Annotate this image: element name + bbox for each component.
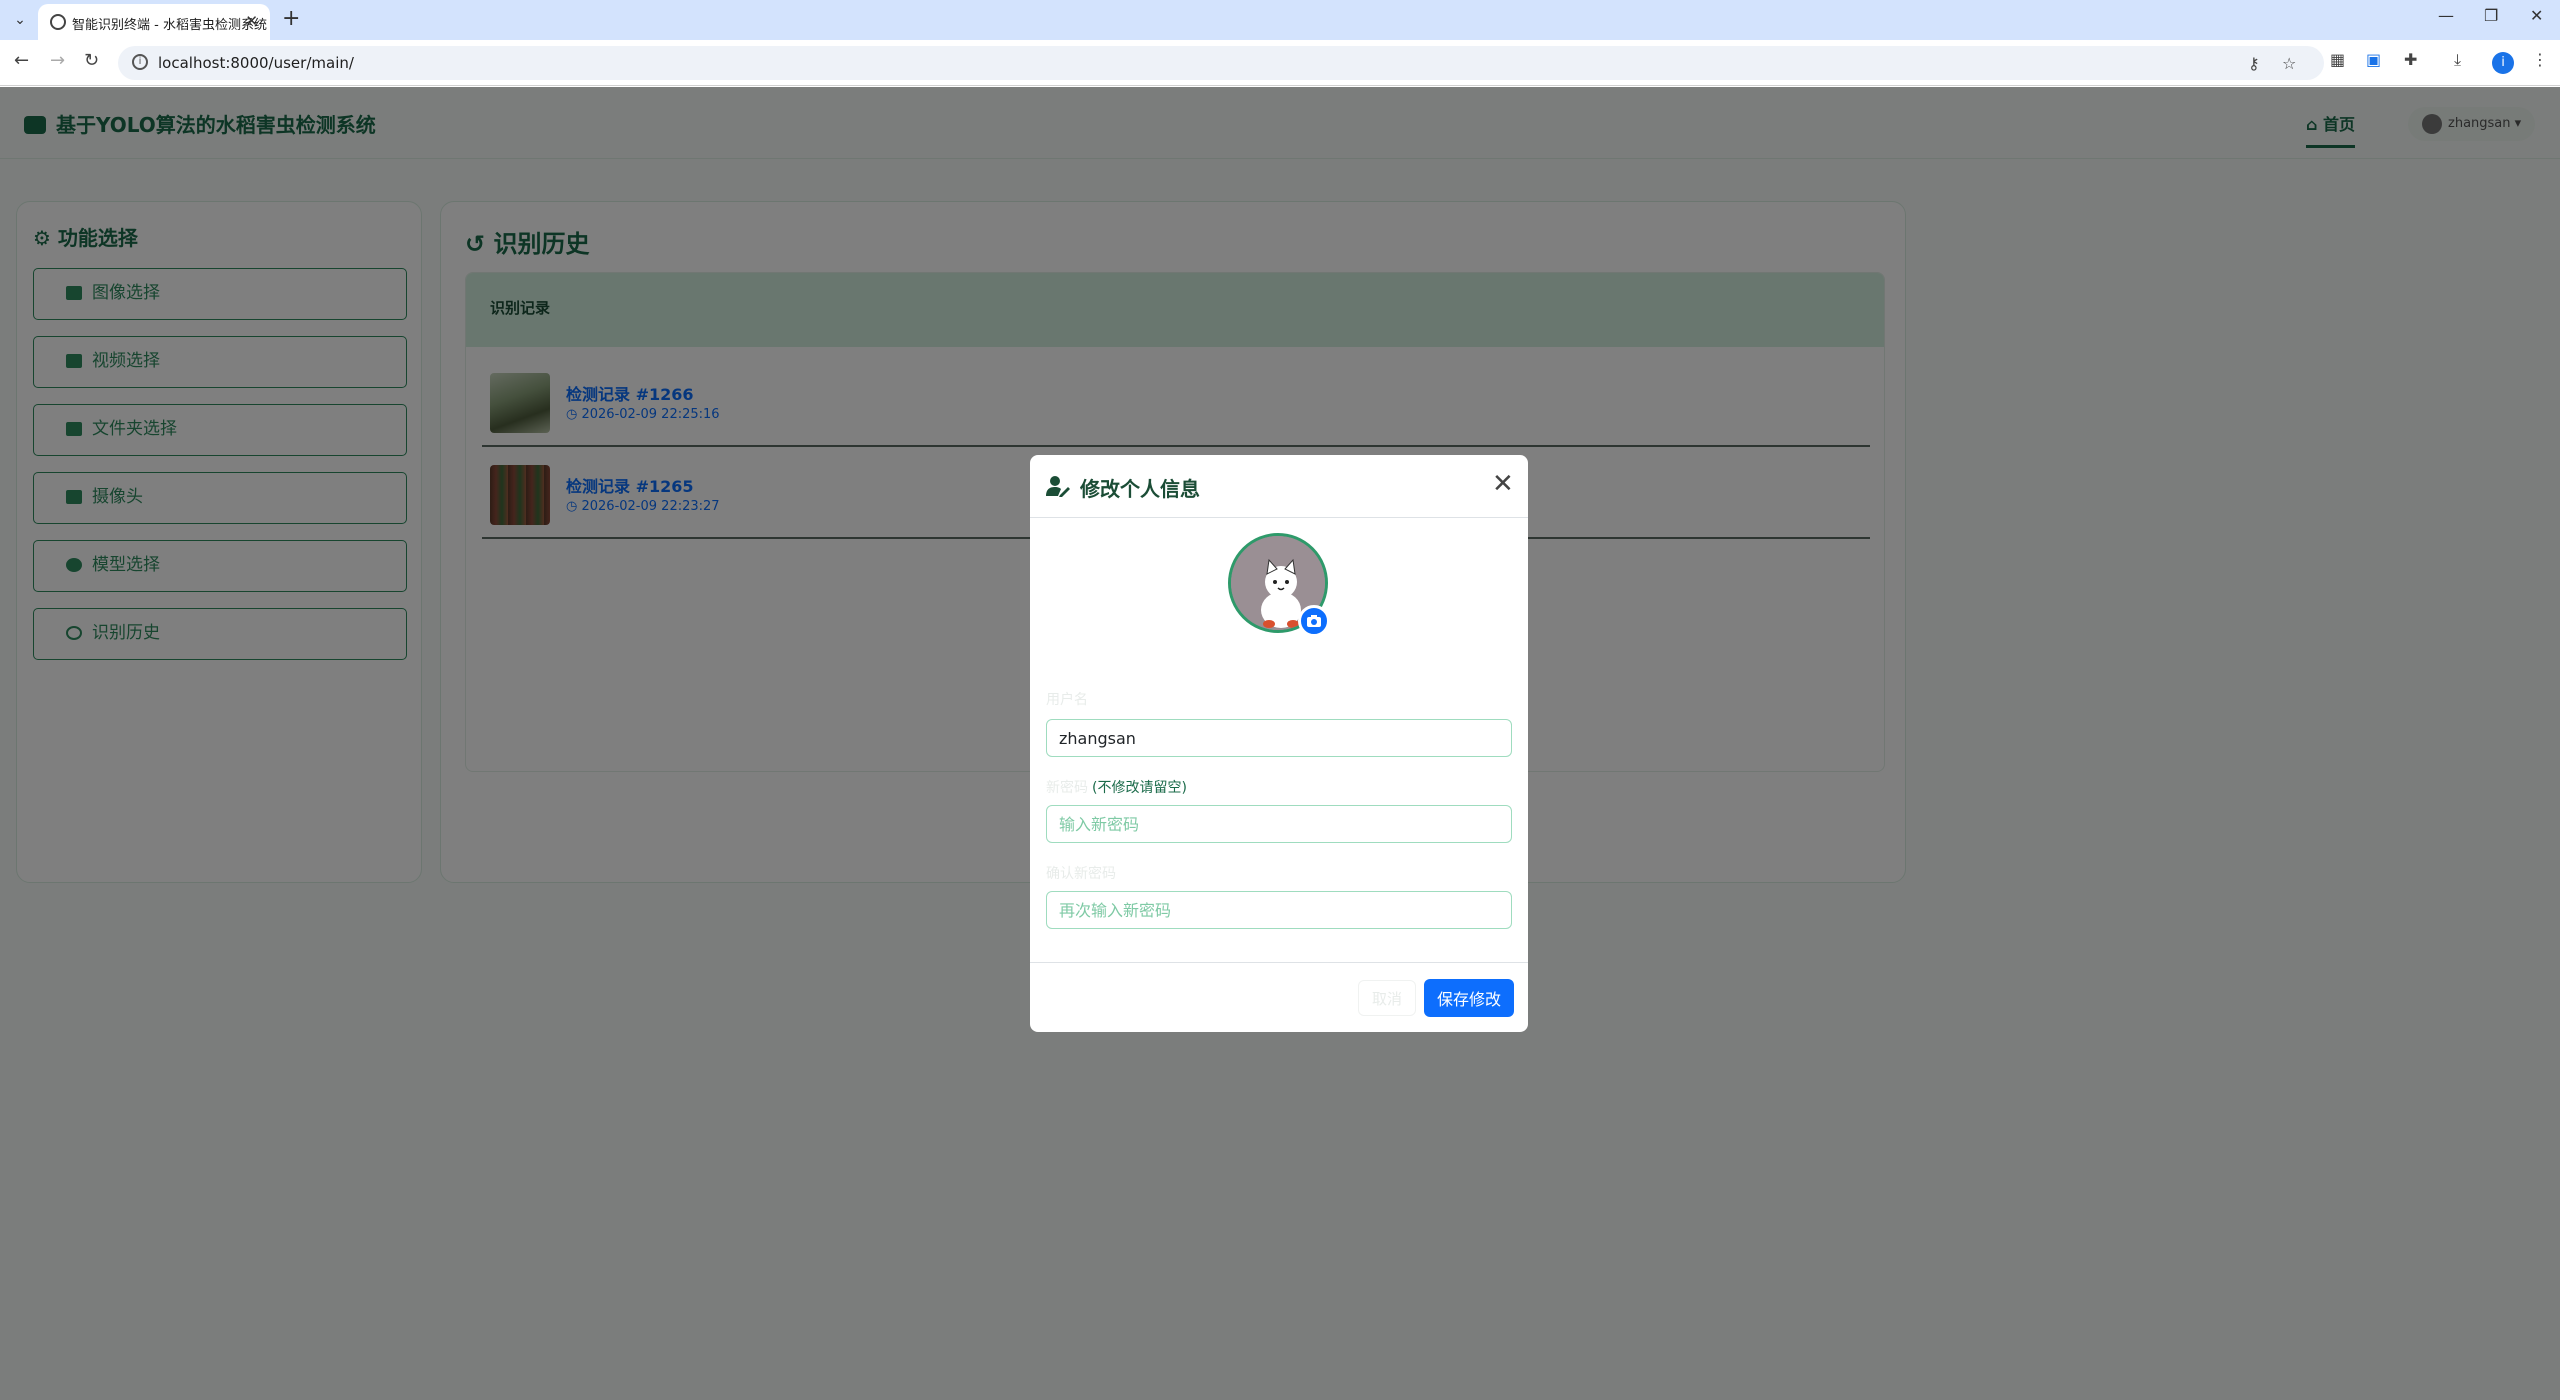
browser-menu-icon[interactable]: ⋮ [2532, 50, 2548, 69]
new-password-field[interactable] [1046, 805, 1512, 843]
confirm-password-label: 确认新密码 [1046, 866, 1116, 882]
reload-icon[interactable]: ↻ [84, 50, 99, 71]
tab-close-icon[interactable]: ✕ [245, 12, 258, 30]
translate-icon[interactable]: ▣ [2366, 50, 2381, 69]
modal-title: 修改个人信息 [1080, 477, 1200, 501]
browser-tab[interactable]: 智能识别终端 - 水稻害虫检测系统 ✕ [38, 4, 270, 40]
save-button[interactable]: 保存修改 [1424, 979, 1514, 1017]
change-avatar-camera-icon[interactable] [1298, 605, 1330, 637]
window-close-icon[interactable]: ✕ [2530, 6, 2543, 25]
username-field[interactable] [1046, 719, 1512, 757]
restore-icon[interactable]: ❐ [2484, 6, 2498, 25]
minimize-icon[interactable]: — [2438, 6, 2454, 25]
new-tab-icon[interactable]: + [282, 6, 300, 31]
url-text: localhost:8000/user/main/ [158, 54, 354, 72]
key-icon[interactable]: ⚷ [2248, 54, 2260, 73]
password-hint: (不修改请留空) [1092, 780, 1187, 796]
password-label-text: 新密码 [1046, 780, 1088, 796]
modal-header: 修改个人信息 ✕ [1030, 455, 1528, 518]
modal-footer-divider [1030, 962, 1528, 963]
forward-icon[interactable]: → [50, 50, 65, 71]
extensions-icon[interactable]: ✚ [2404, 50, 2417, 69]
confirm-password-field[interactable] [1046, 891, 1512, 929]
globe-icon [50, 14, 66, 30]
username-label: 用户名 [1046, 692, 1088, 708]
browser-tabbar: ⌄ 智能识别终端 - 水稻害虫检测系统 ✕ + — ❐ ✕ [0, 0, 2560, 40]
profile-avatar-icon[interactable]: i [2492, 52, 2514, 74]
cancel-button[interactable]: 取消 [1358, 980, 1416, 1016]
tab-list-chevron-icon[interactable]: ⌄ [8, 8, 32, 32]
address-bar[interactable]: i localhost:8000/user/main/ ⚷ ☆ [118, 46, 2324, 80]
edit-profile-modal: 修改个人信息 ✕ 用户名 新密码(不修改请留空) 确认新密码 取消 保存修改 [1030, 455, 1528, 1032]
password-label: 新密码 (不修改请留空) [1046, 777, 1187, 797]
site-info-icon[interactable]: i [132, 54, 148, 70]
apps-icon[interactable]: ▦ [2330, 50, 2345, 69]
tab-title: 智能识别终端 - 水稻害虫检测系统 [72, 18, 267, 33]
address-toolbar: ← → ↻ i localhost:8000/user/main/ ⚷ ☆ [0, 40, 2560, 86]
close-icon[interactable]: ✕ [1492, 469, 1514, 499]
download-icon[interactable]: ⤓ [2454, 50, 2461, 70]
user-edit-icon [1046, 476, 1070, 497]
bookmark-star-icon[interactable]: ☆ [2282, 54, 2296, 73]
back-icon[interactable]: ← [14, 50, 29, 71]
